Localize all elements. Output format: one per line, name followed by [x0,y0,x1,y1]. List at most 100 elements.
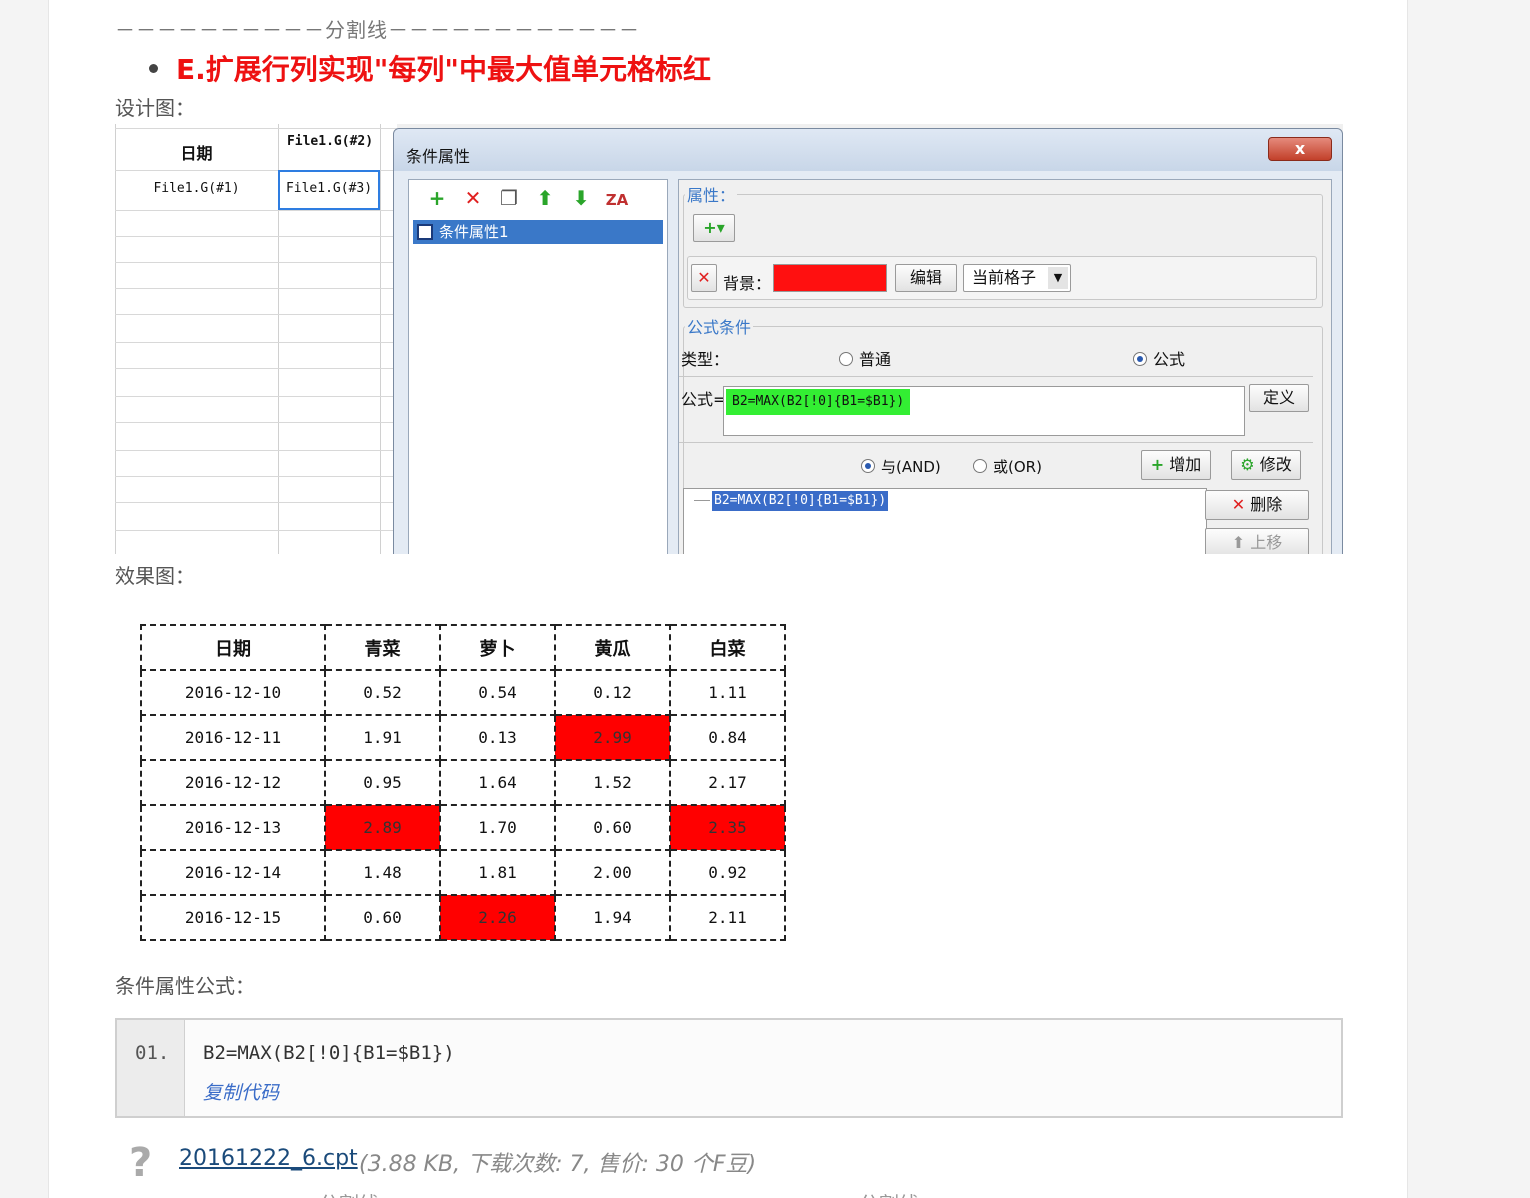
radio-checked-icon [861,458,875,473]
type-label: 类型： [681,350,730,369]
section-divider-bottom: 分割线 [319,1188,379,1198]
sheet-cell-a2[interactable]: File1.G(#1) [115,181,278,196]
table-row: 2016-12-11 1.91 0.13 2.99 0.84 [140,714,786,761]
code-source[interactable]: B2=MAX(B2[!0]{B1=$B1}) [203,1042,455,1064]
up-arrow-icon: ⬆ [1231,533,1246,552]
radio-icon [973,458,987,473]
delete-button-label: 删除 [1250,495,1283,514]
formula-group-label: 公式条件 [685,314,754,338]
tree-item-label: 条件属性1 [439,223,509,241]
copy-icon[interactable]: ❐ [491,186,527,210]
formula-input[interactable]: B2=MAX(B2[!0]{B1=$B1}) [723,386,1245,436]
gear-icon: ⚙ [1240,455,1255,474]
table-cell: 1.70 [439,804,556,851]
edit-button[interactable]: 编辑 [895,264,957,292]
table-cell: 0.54 [439,669,556,716]
table-cell: 0.95 [324,759,441,806]
table-cell-max: 2.26 [439,894,556,941]
table-cell: 1.64 [439,759,556,806]
formula-text: B2=MAX(B2[!0]{B1=$B1}) [726,389,911,415]
table-cell: 2.00 [554,849,671,896]
condition-list: B2=MAX(B2[!0]{B1=$B1}) [683,488,1207,554]
add-button-label: 增加 [1169,455,1202,474]
formula-prefix: 公式= [681,390,727,409]
heading-text: E.扩展行列实现"每列"中最大值单元格标红 [176,53,711,86]
move-up-button[interactable]: ⬆ 上移 [1205,528,1309,554]
table-cell: 1.91 [324,714,441,761]
condition-list-panel: + ✕ ❐ ⬆ ⬇ ZA 条件属性1 [408,179,668,554]
table-cell-max: 2.89 [324,804,441,851]
cell-selection [278,170,380,210]
and-label: 与(AND) [881,458,941,476]
table-cell: 1.52 [554,759,671,806]
table-row: 2016-12-15 0.60 2.26 1.94 2.11 [140,894,786,941]
sheet-header-date[interactable]: 日期 [115,140,278,164]
post-content: －－－－－－－－－－分割线－－－－－－－－－－－－ E.扩展行列实现"每列"中最… [48,0,1408,1198]
report-sheet: 日期 File1.G(#2) File1.G(#1) File1.G(#3) [115,124,397,554]
header-baicai: 白菜 [669,624,786,671]
delete-icon[interactable]: ✕ [455,186,491,210]
scope-select-value: 当前格子 [972,268,1037,287]
down-arrow-icon[interactable]: ⬇ [563,186,599,210]
condition-toolbar: + ✕ ❐ ⬆ ⬇ ZA [419,186,635,212]
section-divider-bottom: 分割线 [859,1188,919,1198]
section-heading: E.扩展行列实现"每列"中最大值单元格标红 [149,48,711,88]
table-cell: 2016-12-15 [140,894,326,941]
remove-attr-button[interactable]: ✕ [691,264,717,292]
code-block: 01. B2=MAX(B2[!0]{B1=$B1}) 复制代码 [115,1018,1343,1118]
table-cell: 0.13 [439,714,556,761]
dialog-title: 条件属性 [406,147,471,166]
type-formula-radio[interactable]: 公式 [1133,346,1185,370]
line-number: 01. [135,1042,170,1064]
plus-icon[interactable]: + [419,186,455,210]
header-qingcai: 青菜 [324,624,441,671]
type-normal-radio[interactable]: 普通 [839,346,891,370]
formula-section-label: 条件属性公式： [115,974,255,998]
modify-button-label: 修改 [1259,455,1292,474]
condition-dialog: 条件属性 x + ✕ ❐ ⬆ ⬇ ZA 条件属性1 属性： +▾ ✕ 背景： 编… [393,128,1343,554]
define-button[interactable]: 定义 [1249,384,1309,412]
plus-icon: + [1150,455,1165,474]
delete-button[interactable]: ✕ 删除 [1205,490,1309,520]
condition-detail-panel: 属性： +▾ ✕ 背景： 编辑 当前格子 ▼ 公式条件 类型： 普通 公式 公式… [678,179,1332,554]
close-button[interactable]: x [1268,137,1332,161]
up-arrow-icon[interactable]: ⬆ [527,186,563,210]
radio-icon [839,351,853,366]
bullet-icon [149,63,158,73]
scope-select[interactable]: 当前格子 ▼ [963,264,1071,292]
delete-icon: ✕ [1231,495,1246,514]
table-cell: 0.60 [554,804,671,851]
table-cell: 2016-12-13 [140,804,326,851]
add-attr-dropdown[interactable]: +▾ [693,214,735,242]
effect-label: 效果图： [115,564,195,588]
table-row: 2016-12-13 2.89 1.70 0.60 2.35 [140,804,786,851]
add-button[interactable]: + 增加 [1141,450,1211,480]
modify-button[interactable]: ⚙ 修改 [1231,450,1301,480]
table-cell: 0.60 [324,894,441,941]
table-cell-max: 2.35 [669,804,786,851]
table-cell: 2016-12-11 [140,714,326,761]
condition-list-item[interactable]: B2=MAX(B2[!0]{B1=$B1}) [712,491,889,511]
and-radio[interactable]: 与(AND) [861,456,941,477]
design-label: 设计图： [115,96,195,120]
or-radio[interactable]: 或(OR) [973,456,1042,477]
table-cell: 0.92 [669,849,786,896]
sheet-header-cell[interactable]: File1.G(#2) [282,132,378,151]
attr-group-label: 属性： [685,182,738,206]
move-up-label: 上移 [1250,533,1283,552]
chevron-down-icon[interactable]: ▼ [1048,267,1068,289]
condition-node-icon [417,224,433,240]
copy-code-link[interactable]: 复制代码 [203,1078,279,1105]
condition-tree-item[interactable]: 条件属性1 [413,220,663,244]
bg-color-swatch[interactable] [773,264,887,292]
section-divider: －－－－－－－－－－分割线－－－－－－－－－－－－ [115,18,640,42]
attachment-link[interactable]: 20161222_6.cpt [179,1146,358,1171]
dialog-titlebar: 条件属性 x [394,129,1342,171]
table-row: 2016-12-12 0.95 1.64 1.52 2.17 [140,759,786,806]
table-cell: 0.52 [324,669,441,716]
table-cell: 2.11 [669,894,786,941]
table-cell: 2016-12-12 [140,759,326,806]
sort-icon[interactable]: ZA [599,191,635,209]
table-row: 2016-12-10 0.52 0.54 0.12 1.11 [140,669,786,716]
table-cell: 1.81 [439,849,556,896]
